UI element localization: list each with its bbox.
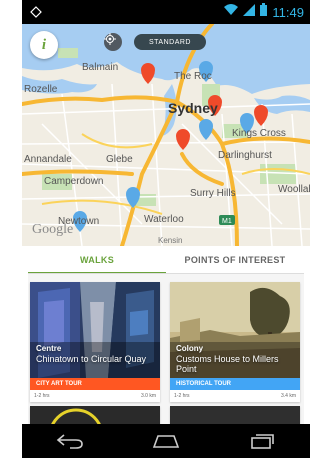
walks-list[interactable]: Centre Chinatown to Circular Quay CITY A… — [28, 274, 304, 430]
tab-bar: WALKS POINTS OF INTEREST — [28, 246, 304, 274]
map-label-kensington: Kensin — [158, 236, 183, 245]
map-label-annandale: Annandale — [24, 154, 72, 165]
walk-card-tag: CITY ART TOUR — [30, 378, 160, 390]
phone-screen: 11:49 M1 Balmain The Roc Rozelle Sydney … — [22, 0, 310, 458]
map-label-sydney: Sydney — [168, 100, 218, 116]
back-button[interactable] — [50, 428, 90, 454]
recent-apps-button[interactable] — [242, 428, 282, 454]
walk-card[interactable]: Colony Customs House to Millers Point HI… — [170, 282, 300, 402]
walk-card-meta: 1-2 hrs 3.4 km — [170, 390, 300, 402]
walk-card-tag: HISTORICAL TOUR — [170, 378, 300, 390]
walk-card-subtitle: Customs House to Millers Point — [176, 354, 279, 374]
map-label-the-rocks: The Roc — [174, 71, 212, 82]
notification-icon — [30, 5, 42, 18]
walk-card-distance: 3.4 km — [280, 393, 296, 399]
walk-card-subtitle: Chinatown to Circular Quay — [36, 354, 147, 364]
status-time: 11:49 — [272, 4, 304, 20]
battery-icon — [260, 3, 268, 21]
map-marker-red[interactable] — [141, 63, 155, 84]
system-nav-bar — [22, 424, 310, 458]
back-arrow-icon — [56, 434, 83, 449]
walk-card-duration: 1-2 hrs — [174, 393, 190, 399]
walk-card-meta: 1-2 hrs 3.0 km — [30, 390, 160, 402]
walk-card-title: Centre — [36, 344, 62, 353]
svg-text:M1: M1 — [222, 218, 232, 225]
home-icon — [152, 435, 180, 448]
map-label-camperdown: Camperdown — [44, 176, 104, 187]
crosshair-icon — [104, 33, 116, 45]
home-button[interactable] — [146, 428, 186, 454]
map-label-balmain: Balmain — [82, 62, 119, 73]
walk-card[interactable]: Centre Chinatown to Circular Quay CITY A… — [30, 282, 160, 402]
info-button[interactable]: i — [30, 31, 58, 59]
wifi-icon — [224, 3, 239, 21]
map-style-button[interactable]: STANDARD — [134, 34, 206, 50]
map-label-kings-cross: Kings Cross — [232, 128, 286, 139]
info-icon: i — [41, 36, 47, 53]
walk-card-title: Colony — [176, 344, 204, 353]
map-label-darlinghurst: Darlinghurst — [218, 150, 272, 161]
recent-apps-icon — [251, 434, 274, 449]
map-label-waterloo: Waterloo — [144, 214, 184, 225]
map-label-surry-hills: Surry Hills — [190, 188, 236, 199]
walk-card-duration: 1-2 hrs — [34, 393, 50, 399]
map-label-rozelle: Rozelle — [24, 84, 58, 95]
tab-points-of-interest[interactable]: POINTS OF INTEREST — [166, 246, 304, 274]
map-marker-red[interactable] — [176, 129, 190, 150]
map-marker-blue[interactable] — [199, 119, 213, 140]
walk-card-distance: 3.0 km — [140, 393, 156, 399]
map-label-woollahra: Woollah — [278, 184, 310, 195]
tab-walks[interactable]: WALKS — [28, 246, 166, 274]
signal-icon — [243, 3, 256, 21]
my-location-button[interactable] — [104, 33, 122, 51]
google-logo: Google — [32, 222, 74, 237]
map-marker-red[interactable] — [254, 105, 268, 126]
status-bar: 11:49 — [22, 0, 310, 24]
map-label-glebe: Glebe — [106, 154, 133, 165]
map-view[interactable]: M1 Balmain The Roc Rozelle Sydney Kings … — [22, 24, 310, 246]
